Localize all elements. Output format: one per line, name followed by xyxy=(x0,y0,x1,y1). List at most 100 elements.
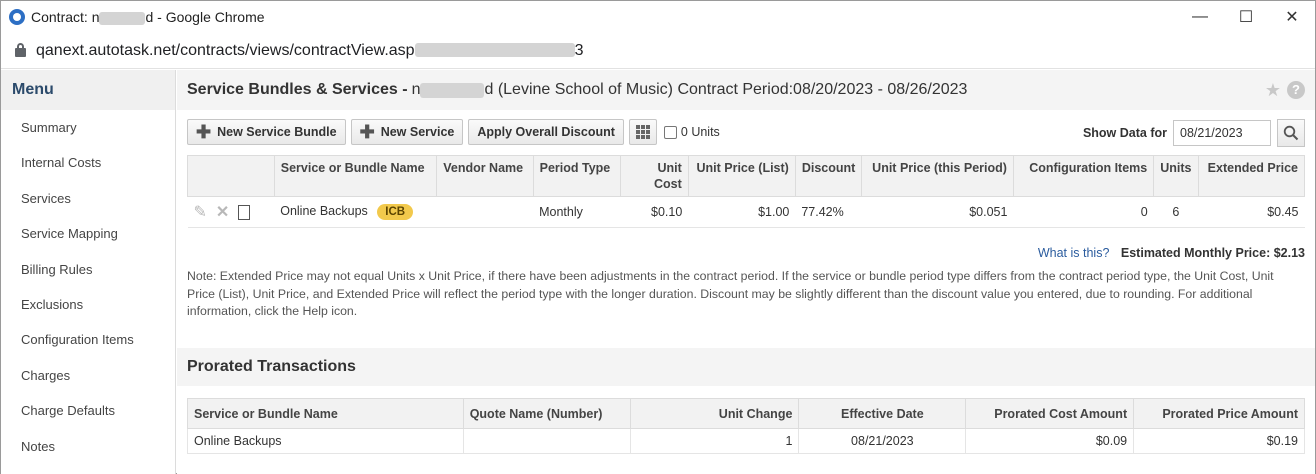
chrome-logo-icon xyxy=(9,9,25,25)
icb-badge: ICB xyxy=(377,204,414,220)
new-service-label: New Service xyxy=(380,125,455,139)
help-icon[interactable]: ? xyxy=(1287,81,1305,99)
sidebar-menu: Menu Summary Internal Costs Services Ser… xyxy=(1,70,176,474)
sidebar-item-billing-rules[interactable]: Billing Rules xyxy=(1,252,175,287)
col-pro-quote-name[interactable]: Quote Name (Number) xyxy=(462,398,631,429)
cell-period: Monthly xyxy=(533,196,621,228)
plus-icon: ✚ xyxy=(359,122,375,142)
url-visible: qanext.autotask.net/contracts/views/cont… xyxy=(36,41,415,59)
new-service-bundle-label: New Service Bundle xyxy=(217,125,337,139)
page-title-bold: Service Bundles & Services - xyxy=(187,81,408,98)
col-pro-unit-change[interactable]: Unit Change xyxy=(629,398,800,429)
redacted-name xyxy=(420,82,485,98)
col-pro-price-amount[interactable]: Prorated Price Amount xyxy=(1133,398,1305,429)
browser-window: Contract: n d - Google Chrome — ☐ ✕ qanex… xyxy=(0,0,1316,474)
cell-pro-quote xyxy=(462,428,631,454)
edit-icon[interactable]: ✎ xyxy=(194,202,207,222)
sidebar-item-service-mapping[interactable]: Service Mapping xyxy=(1,216,175,251)
cell-pro-name: Online Backups xyxy=(187,428,464,454)
table-row[interactable]: Online Backups 1 08/21/2023 $0.09 $0.19 xyxy=(187,428,1305,454)
apply-overall-discount-button[interactable]: Apply Overall Discount xyxy=(468,119,624,145)
show-data-label: Show Data for xyxy=(1082,126,1167,140)
window-title-prefix: Contract: n xyxy=(31,9,100,25)
lock-icon[interactable] xyxy=(15,43,26,57)
zero-units-checkbox[interactable] xyxy=(663,125,677,139)
sidebar-item-charge-defaults[interactable]: Charge Defaults xyxy=(1,393,175,428)
new-service-button[interactable]: ✚ New Service xyxy=(350,119,464,145)
col-pro-service-name[interactable]: Service or Bundle Name xyxy=(187,398,464,429)
page-title-rest: d (Levine School of Music) Contract Peri… xyxy=(484,81,968,98)
redacted-text xyxy=(99,11,146,25)
delete-icon[interactable]: ✕ xyxy=(216,202,229,222)
actions-header xyxy=(187,155,275,197)
url-text[interactable]: qanext.autotask.net/contracts/views/cont… xyxy=(36,42,583,60)
estimate-label: Estimated Monthly Price: xyxy=(1120,246,1271,260)
zero-units-label: 0 Units xyxy=(680,125,720,139)
minimize-button[interactable]: — xyxy=(1177,1,1223,33)
col-pro-effective-date[interactable]: Effective Date xyxy=(798,398,967,429)
window-title-suffix: d - Google Chrome xyxy=(145,9,265,25)
cell-pro-effective: 08/21/2023 xyxy=(798,428,967,454)
col-configuration-items[interactable]: Configuration Items xyxy=(1012,155,1155,197)
service-name[interactable]: Online Backups xyxy=(280,204,368,218)
sidebar-item-exclusions[interactable]: Exclusions xyxy=(1,287,175,322)
cell-discount: 77.42% xyxy=(795,196,862,228)
col-unit-price-period[interactable]: Unit Price (this Period) xyxy=(861,155,1014,197)
cell-unit-cost: $0.10 xyxy=(620,196,689,228)
sidebar-item-summary[interactable]: Summary xyxy=(1,110,175,145)
show-data-for: Show Data for xyxy=(1083,119,1305,147)
cell-service-name: Online Backups ICB xyxy=(274,196,437,228)
col-unit-price-list[interactable]: Unit Price (List) xyxy=(687,155,796,197)
title-bar: Contract: n d - Google Chrome — ☐ ✕ xyxy=(1,1,1315,33)
cell-vendor xyxy=(436,196,534,228)
cell-extended-price: $0.45 xyxy=(1198,196,1305,228)
sidebar-item-charges[interactable]: Charges xyxy=(1,358,175,393)
url-tail: 3 xyxy=(574,41,584,59)
page-title-name-prefix: n xyxy=(411,81,421,98)
estimate-value: $2.13 xyxy=(1273,246,1305,260)
col-discount[interactable]: Discount xyxy=(794,155,863,197)
col-period-type[interactable]: Period Type xyxy=(532,155,622,197)
window-title: Contract: n d - Google Chrome xyxy=(31,9,265,25)
cell-unit-price-list: $1.00 xyxy=(688,196,796,228)
sidebar-item-configuration-items[interactable]: Configuration Items xyxy=(1,322,175,357)
cell-config-items: 0 xyxy=(1013,196,1154,228)
star-icon[interactable]: ★ xyxy=(1265,80,1281,101)
cell-pro-unit-change: 1 xyxy=(629,428,800,454)
window-controls: — ☐ ✕ xyxy=(1177,1,1315,33)
col-extended-price[interactable]: Extended Price xyxy=(1197,155,1305,197)
page-title: Service Bundles & Services - n d (Levine … xyxy=(177,70,1315,110)
estimated-monthly-price: What is this? Estimated Monthly Price: $… xyxy=(1038,246,1305,260)
cell-pro-cost: $0.09 xyxy=(965,428,1135,454)
sidebar-item-notes[interactable]: Notes xyxy=(1,429,175,464)
address-bar[interactable]: qanext.autotask.net/contracts/views/cont… xyxy=(1,33,1315,69)
sidebar-item-internal-costs[interactable]: Internal Costs xyxy=(1,145,175,180)
row-actions: ✎ ✕ xyxy=(187,196,275,228)
new-service-bundle-button[interactable]: ✚ New Service Bundle xyxy=(187,119,346,145)
search-icon xyxy=(1283,125,1299,141)
col-vendor-name[interactable]: Vendor Name xyxy=(436,155,534,197)
col-units[interactable]: Units xyxy=(1153,155,1199,197)
col-service-name[interactable]: Service or Bundle Name xyxy=(273,155,438,197)
show-data-date-input[interactable] xyxy=(1173,120,1271,146)
toolbar: ✚ New Service Bundle ✚ New Service Apply… xyxy=(187,119,720,145)
cell-unit-price-period: $0.051 xyxy=(861,196,1014,228)
document-icon[interactable] xyxy=(238,204,251,220)
extended-price-note: Note: Extended Price may not equal Units… xyxy=(187,269,1274,318)
menu-heading: Menu xyxy=(1,70,175,110)
column-chooser-button[interactable] xyxy=(628,119,657,145)
cell-units: 6 xyxy=(1153,196,1198,228)
search-button[interactable] xyxy=(1277,119,1305,147)
maximize-button[interactable]: ☐ xyxy=(1223,1,1269,33)
prorated-heading: Prorated Transactions xyxy=(177,348,1315,386)
sidebar-item-services[interactable]: Services xyxy=(1,181,175,216)
close-button[interactable]: ✕ xyxy=(1269,1,1315,33)
table-row[interactable]: ✎ ✕ Online Backups ICB Monthly $0.10 $1.… xyxy=(187,196,1305,228)
main-content: Service Bundles & Services - n d (Levine … xyxy=(177,70,1315,474)
redacted-url xyxy=(414,43,575,58)
cell-pro-price: $0.19 xyxy=(1133,428,1305,454)
col-unit-cost[interactable]: Unit Cost xyxy=(620,155,689,197)
services-table: Service or Bundle Name Vendor Name Perio… xyxy=(187,155,1305,228)
what-is-this-link[interactable]: What is this? xyxy=(1038,246,1110,260)
col-pro-cost-amount[interactable]: Prorated Cost Amount xyxy=(965,398,1135,429)
